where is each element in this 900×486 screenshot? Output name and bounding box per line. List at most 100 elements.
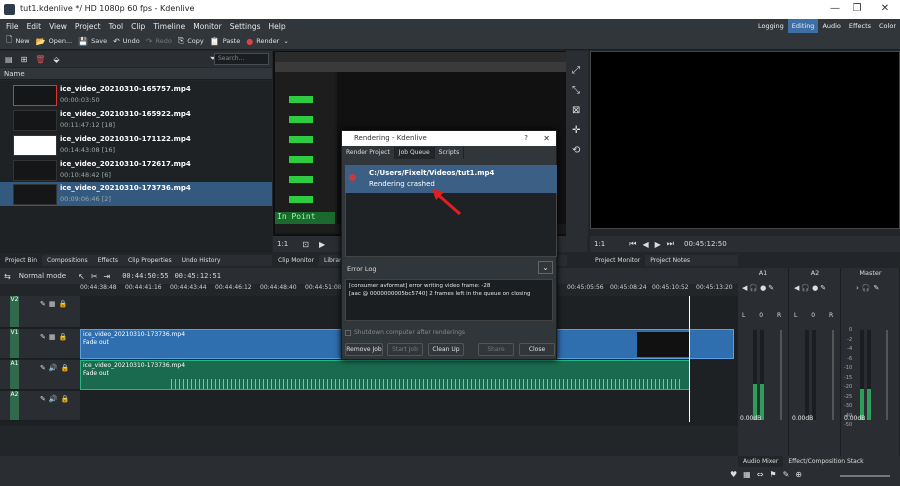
zoom-in-icon[interactable]: ⤢ bbox=[572, 61, 582, 81]
workspace-editing[interactable]: Editing bbox=[787, 19, 819, 33]
copy-button[interactable]: ⎘ Copy bbox=[178, 36, 204, 46]
menu-view[interactable]: View bbox=[49, 22, 67, 31]
bin-column-header[interactable]: Name bbox=[0, 68, 272, 80]
tab-compositions[interactable]: Compositions bbox=[42, 255, 93, 266]
render-button[interactable]: ● Render ⌄ bbox=[246, 37, 289, 46]
error-log-text[interactable]: [consumer avformat] error writing video … bbox=[345, 279, 553, 321]
move-icon[interactable]: ✛ bbox=[572, 121, 582, 141]
remove-job-button[interactable]: Remove Job bbox=[345, 343, 383, 356]
channel-controls[interactable]: ◀🎧●✎ bbox=[794, 284, 828, 292]
workspace-effects[interactable]: Effects bbox=[845, 19, 875, 33]
bin-clip-item[interactable]: ice_video_20210310-171122.mp4 00:14:43:0… bbox=[0, 133, 272, 157]
transform-icon[interactable]: ⊠ bbox=[572, 101, 582, 121]
volume-slider[interactable] bbox=[886, 330, 888, 420]
add-clip-icon[interactable]: ⊞ bbox=[21, 55, 28, 64]
play-backward-icon[interactable]: ◀ bbox=[642, 240, 648, 249]
project-monitor[interactable] bbox=[590, 51, 900, 229]
shutdown-checkbox[interactable]: Shutdown computer after renderings bbox=[345, 329, 465, 336]
paste-button[interactable]: 📋 Paste bbox=[210, 37, 241, 46]
tab-clip-properties[interactable]: Clip Properties bbox=[123, 255, 177, 266]
tab-project-monitor[interactable]: Project Monitor bbox=[590, 255, 646, 266]
fullscreen-icon[interactable]: ⊡ bbox=[302, 240, 309, 249]
project-timecode[interactable]: 00:45:12:50 bbox=[684, 240, 727, 248]
bin-clip-item[interactable]: ice_video_20210310-165757.mp4 00:00:03:5… bbox=[0, 83, 272, 107]
timeline-audio-clip[interactable]: ice_video_20210310-173736.mp4 Fade out bbox=[80, 360, 690, 390]
redo-button[interactable]: ↷ Redo bbox=[146, 37, 172, 46]
menu-tool[interactable]: Tool bbox=[109, 22, 124, 31]
spacer-tool-icon[interactable]: ⇥ bbox=[104, 272, 111, 281]
channel-controls[interactable]: ›🎧✎ bbox=[856, 284, 882, 292]
rewind-icon[interactable]: ⏮ bbox=[629, 239, 636, 249]
playhead[interactable] bbox=[689, 296, 690, 422]
close-icon[interactable]: ✕ bbox=[543, 131, 550, 146]
save-button[interactable]: 💾 Save bbox=[78, 37, 107, 46]
channel-controls[interactable]: ◀🎧●✎ bbox=[742, 284, 776, 292]
select-tool-icon[interactable]: ↖ bbox=[78, 272, 85, 281]
track-header-a1[interactable]: A1 ✎🔊🔒 bbox=[0, 360, 80, 390]
volume-slider[interactable] bbox=[832, 330, 834, 420]
minimize-icon[interactable]: — bbox=[828, 2, 842, 16]
razor-tool-icon[interactable]: ✂ bbox=[91, 272, 98, 281]
workspace-color[interactable]: Color bbox=[875, 19, 900, 33]
tab-project-bin[interactable]: Project Bin bbox=[0, 255, 43, 266]
tab-job-queue[interactable]: Job Queue bbox=[394, 147, 435, 159]
zoom-slider[interactable] bbox=[840, 475, 890, 477]
project-zoom-label[interactable]: 1:1 bbox=[594, 240, 605, 248]
clean-up-button[interactable]: Clean Up bbox=[428, 343, 464, 356]
volume-slider[interactable] bbox=[780, 330, 782, 420]
menu-monitor[interactable]: Monitor bbox=[193, 22, 222, 31]
menu-help[interactable]: Help bbox=[269, 22, 286, 31]
tab-undo-history[interactable]: Undo History bbox=[177, 255, 226, 266]
bin-clip-item[interactable]: ice_video_20210310-165922.mp4 00:11:47:1… bbox=[0, 108, 272, 132]
status-tools[interactable]: ♥▦⇔⚑✎⊕ bbox=[730, 470, 808, 479]
menu-timeline[interactable]: Timeline bbox=[153, 22, 185, 31]
menu-settings[interactable]: Settings bbox=[230, 22, 261, 31]
tab-project-notes[interactable]: Project Notes bbox=[645, 255, 695, 266]
workspace-logging[interactable]: Logging bbox=[754, 19, 788, 33]
timeline-position[interactable]: 00:44:50:55 bbox=[122, 272, 168, 280]
track-header-v1[interactable]: V1 ✎▦🔒 bbox=[0, 329, 80, 359]
mode-dropdown[interactable]: Normal mode bbox=[19, 272, 66, 280]
share-button[interactable]: Share bbox=[478, 343, 514, 356]
menu-edit[interactable]: Edit bbox=[27, 22, 42, 31]
bin-clip-item[interactable]: ice_video_20210310-172617.mp4 00:10:48:4… bbox=[0, 158, 272, 182]
clip-zoom-label[interactable]: 1:1 bbox=[277, 240, 288, 248]
rotate-icon[interactable]: ⟲ bbox=[572, 141, 582, 161]
play-icon[interactable]: ▶ bbox=[319, 240, 325, 249]
track-controls[interactable]: ✎🔊🔒 bbox=[40, 395, 72, 403]
close-button[interactable]: Close bbox=[519, 343, 555, 356]
bin-search-input[interactable]: Search... bbox=[214, 53, 269, 65]
chevron-down-icon[interactable]: ⌄ bbox=[538, 261, 553, 274]
tab-audio-mixer[interactable]: Audio Mixer bbox=[738, 456, 784, 467]
tab-effects[interactable]: Effects bbox=[93, 255, 123, 266]
chevron-down-icon[interactable]: ⌄ bbox=[283, 37, 288, 45]
track-controls[interactable]: ✎▦🔒 bbox=[40, 300, 70, 308]
tab-scripts[interactable]: Scripts bbox=[435, 147, 465, 159]
open-button[interactable]: 📂 Open... bbox=[36, 37, 73, 46]
workspace-audio[interactable]: Audio bbox=[818, 19, 844, 33]
tag-icon[interactable]: ⬙ bbox=[53, 55, 59, 64]
tab-clip-monitor[interactable]: Clip Monitor bbox=[273, 255, 320, 266]
bin-clip-item[interactable]: ice_video_20210310-173736.mp4 00:09:06:4… bbox=[0, 182, 272, 206]
maximize-icon[interactable]: ❐ bbox=[850, 2, 864, 16]
track-header-a2[interactable]: A2 ✎🔊🔒 bbox=[0, 391, 80, 421]
track-controls[interactable]: ✎▦🔒 bbox=[40, 333, 70, 341]
track-controls[interactable]: ✎🔊🔒 bbox=[40, 364, 72, 372]
play-icon[interactable]: ▶ bbox=[655, 240, 661, 249]
forward-icon[interactable]: ⏭ bbox=[667, 239, 674, 249]
menu-clip[interactable]: Clip bbox=[131, 22, 145, 31]
split-track-icon[interactable]: ⇆ bbox=[4, 272, 11, 281]
menu-file[interactable]: File bbox=[6, 22, 19, 31]
menu-icon[interactable]: ▤ bbox=[5, 55, 13, 64]
tab-render-project[interactable]: Render Project bbox=[342, 147, 395, 159]
help-icon[interactable]: ? bbox=[524, 131, 528, 146]
menu-project[interactable]: Project bbox=[75, 22, 101, 31]
delete-icon[interactable]: 🗑 bbox=[35, 55, 45, 64]
close-icon[interactable]: ✕ bbox=[878, 2, 892, 16]
new-button[interactable]: 🗋 New bbox=[6, 34, 30, 48]
tab-effect-stack[interactable]: Effect/Composition Stack bbox=[783, 456, 868, 467]
undo-button[interactable]: ↶ Undo bbox=[113, 37, 140, 46]
zoom-out-icon[interactable]: ⤡ bbox=[572, 81, 582, 101]
track-header-v2[interactable]: V2 ✎▦🔒 bbox=[0, 296, 80, 328]
start-job-button[interactable]: Start Job bbox=[387, 343, 423, 356]
